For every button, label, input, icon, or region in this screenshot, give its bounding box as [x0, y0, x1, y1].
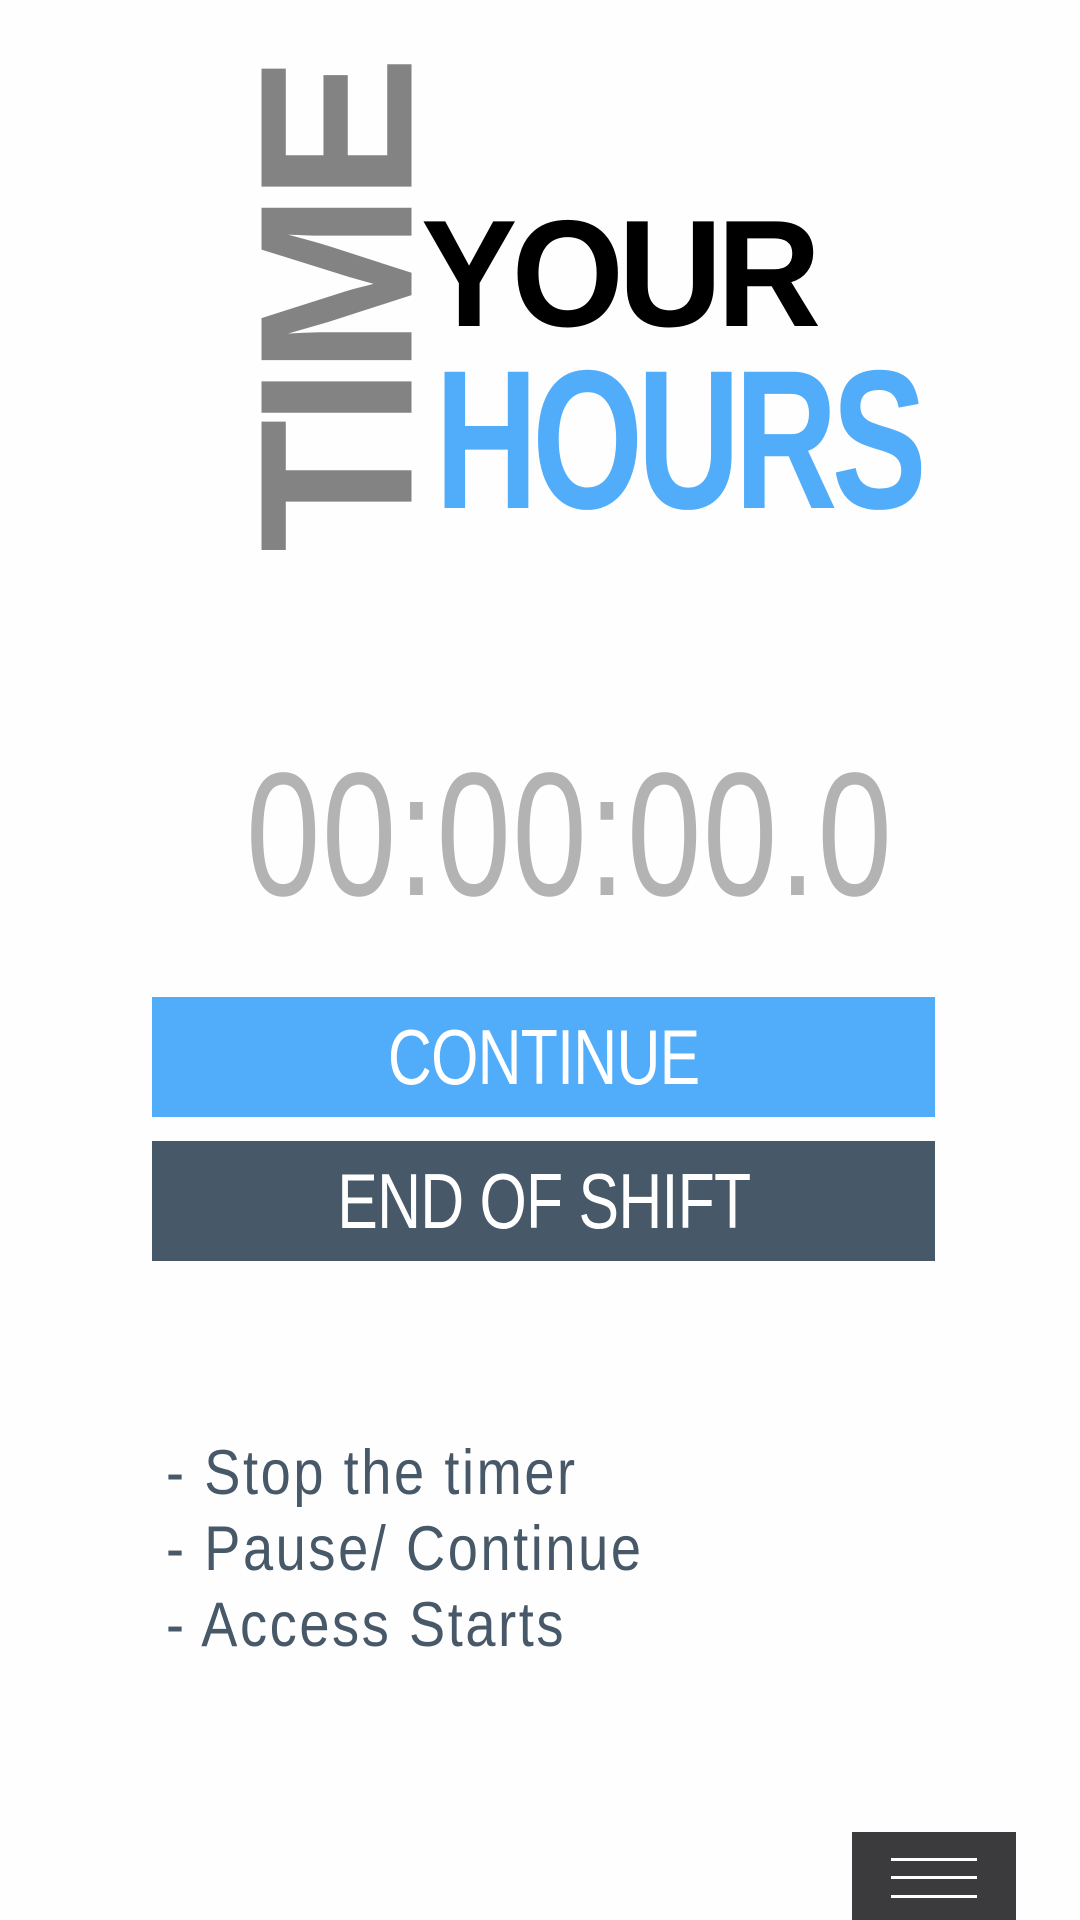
logo-word-hours: HOURS — [435, 329, 927, 550]
logo-time: TIME — [215, 63, 459, 553]
logo-word-time: TIME — [215, 63, 459, 553]
hamburger-menu-icon — [891, 1858, 977, 1898]
app-logo: TIME YOUR HOURS — [215, 63, 927, 558]
continue-button-label: CONTINUE — [387, 1013, 700, 1101]
timer-display: 00:00:00.0 — [246, 737, 894, 933]
menu-button[interactable] — [852, 1832, 1016, 1920]
logo-word-your: YOUR — [421, 189, 821, 359]
continue-button[interactable]: CONTINUE — [152, 997, 935, 1117]
instruction-item: - Access Starts — [166, 1590, 567, 1660]
end-of-shift-button-label: END OF SHIFT — [336, 1157, 751, 1245]
instruction-item: - Stop the timer — [166, 1438, 578, 1508]
end-of-shift-button[interactable]: END OF SHIFT — [152, 1141, 935, 1261]
instruction-item: - Pause/ Continue — [166, 1514, 644, 1584]
instructions-list: - Stop the timer - Pause/ Continue - Acc… — [166, 1435, 866, 1663]
